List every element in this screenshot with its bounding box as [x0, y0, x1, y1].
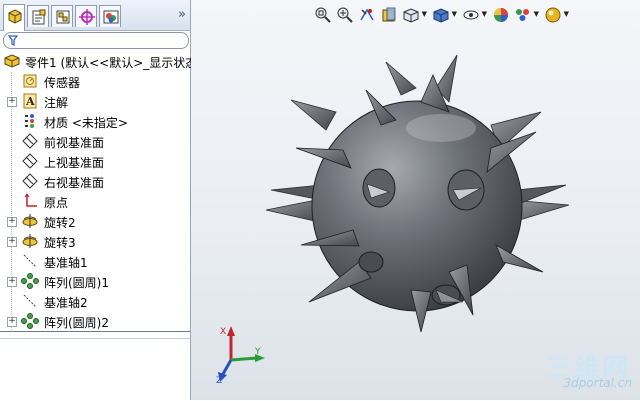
tree-item-label: 右视基准面 [44, 176, 105, 190]
configurationmanager-tab[interactable] [51, 5, 73, 27]
triad-z-label: Z [216, 376, 222, 386]
tree-item-label: 原点 [44, 196, 69, 210]
tree-item-label: 旋转3 [44, 236, 76, 250]
tree-item-origin[interactable]: 原点 [0, 191, 190, 211]
tree-item-sensors[interactable]: 传感器 [0, 71, 190, 91]
dropdown-arrow-icon: ▼ [563, 10, 569, 18]
hide-show-items-button[interactable]: ▼ [461, 4, 487, 26]
view-orientation-icon [403, 8, 419, 23]
pane-divider [0, 338, 190, 339]
previous-view-button[interactable] [357, 4, 377, 26]
expand-toggle[interactable]: + [7, 217, 17, 227]
tree-root-part[interactable]: 零件1 (默认<<默认>_显示状态 [0, 51, 197, 71]
revolve-icon [22, 214, 38, 228]
tree-item-right-plane[interactable]: 右视基准面 [0, 171, 190, 191]
section-view-icon [382, 7, 396, 22]
circular-pattern-icon [21, 313, 39, 329]
tabs-overflow-button[interactable]: » [178, 7, 186, 22]
dimxpertmanager-tab[interactable] [75, 5, 97, 27]
featuremanager-panel: » 零件1 (默认<<默认>_显示状态 传感器 + A 注解 材质 <未指定> … [0, 0, 197, 401]
tree-item-label: 前视基准面 [44, 136, 105, 150]
dropdown-arrow-icon: ▼ [533, 10, 539, 18]
expand-toggle[interactable]: + [7, 237, 17, 247]
tree-root-label: 零件1 (默认<<默认>_显示状态 [25, 56, 198, 70]
view-settings-button[interactable]: ▼ [543, 4, 569, 26]
propertymanager-icon [32, 9, 46, 25]
featuremanager-icon [8, 9, 22, 24]
spiked-ball-model[interactable] [191, 40, 640, 360]
appearance-icon [494, 8, 508, 22]
tree-item-annotations[interactable]: + A 注解 [0, 91, 190, 111]
origin-icon [24, 193, 37, 207]
dropdown-arrow-icon: ▼ [421, 10, 427, 18]
tree-item-label: 阵列(圆周)2 [44, 316, 109, 330]
featuremanager-tab[interactable] [3, 4, 25, 31]
plane-icon [22, 153, 38, 169]
tree-item-label: 基准轴2 [44, 296, 88, 310]
zoom-fit-icon [315, 7, 331, 23]
sensor-icon [23, 74, 37, 88]
view-settings-icon [545, 7, 561, 23]
panel-lower-pane [0, 331, 190, 401]
expand-toggle[interactable]: + [7, 317, 17, 327]
hide-show-icon [463, 10, 479, 20]
plane-icon [22, 133, 38, 149]
previous-view-icon [360, 8, 374, 21]
tree-item-revolve2[interactable]: + 旋转2 [0, 211, 190, 231]
tree-item-label: 阵列(圆周)1 [44, 276, 109, 290]
triad-x-label: X [220, 327, 226, 337]
plane-icon [22, 173, 38, 189]
watermark-url: 3dportal.cn [563, 376, 632, 390]
expand-toggle[interactable]: + [7, 277, 17, 287]
tree-item-axis2[interactable]: 基准轴2 [0, 291, 190, 311]
configurationmanager-icon [56, 10, 70, 24]
zoom-to-area-button[interactable] [335, 4, 355, 26]
edit-appearance-button[interactable] [491, 4, 511, 26]
view-orientation-button[interactable]: ▼ [401, 4, 427, 26]
tree-filter-field[interactable] [3, 32, 189, 49]
filter-icon [8, 35, 18, 46]
graphics-viewport[interactable]: ▼ ▼ ▼ ▼ ▼ X Y Z 三维网 3dportal.cn [191, 0, 640, 400]
scene-icon [516, 9, 529, 21]
tree-item-label: 注解 [44, 96, 69, 110]
apply-scene-button[interactable]: ▼ [513, 4, 539, 26]
display-style-button[interactable]: ▼ [431, 4, 457, 26]
tree-item-revolve3[interactable]: + 旋转3 [0, 231, 190, 251]
triad-y-label: Y [254, 347, 261, 357]
tree-item-label: 基准轴1 [44, 256, 88, 270]
tree-item-axis1[interactable]: 基准轴1 [0, 251, 190, 271]
circular-pattern-icon [21, 273, 39, 289]
section-view-button[interactable] [379, 4, 399, 26]
displaymanager-icon [103, 10, 119, 24]
tree-item-material[interactable]: 材质 <未指定> [0, 111, 190, 131]
revolve-icon [22, 234, 38, 248]
displaymanager-tab[interactable] [99, 5, 121, 27]
panel-tab-bar: » [0, 0, 190, 31]
expand-toggle[interactable]: + [7, 97, 17, 107]
coordinate-triad: X Y Z [216, 326, 265, 386]
dropdown-arrow-icon: ▼ [481, 10, 487, 18]
tree-item-front-plane[interactable]: 前视基准面 [0, 131, 190, 151]
zoom-area-icon [337, 7, 353, 23]
svg-text:A: A [25, 95, 35, 108]
tree-item-label: 材质 <未指定> [44, 116, 128, 130]
display-style-icon [433, 8, 449, 23]
material-icon [25, 114, 34, 128]
part-icon [4, 54, 20, 68]
tree-item-top-plane[interactable]: 上视基准面 [0, 151, 190, 171]
tree-item-circular-pattern2[interactable]: + 阵列(圆周)2 [0, 311, 190, 331]
tree-item-label: 上视基准面 [44, 156, 105, 170]
dropdown-arrow-icon: ▼ [451, 10, 457, 18]
zoom-to-fit-button[interactable] [313, 4, 333, 26]
ball-highlight [406, 114, 476, 142]
axis-icon [23, 294, 37, 308]
tree-item-label: 传感器 [44, 76, 81, 90]
annotation-icon: A [23, 93, 37, 109]
propertymanager-tab[interactable] [27, 5, 49, 27]
dimxpert-icon [79, 9, 95, 25]
tree-item-circular-pattern1[interactable]: + 阵列(圆周)1 [0, 271, 190, 291]
axis-icon [23, 254, 37, 268]
tree-item-label: 旋转2 [44, 216, 76, 230]
